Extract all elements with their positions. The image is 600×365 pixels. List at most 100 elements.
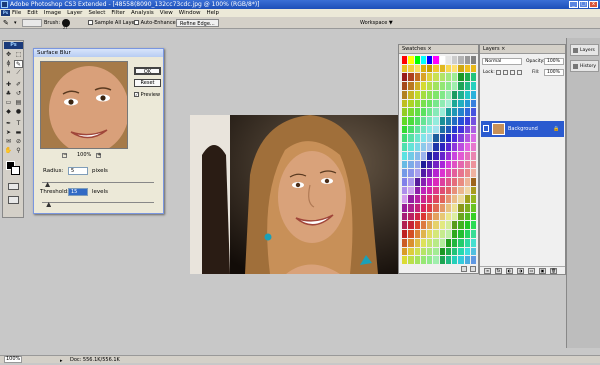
swatch[interactable] bbox=[439, 73, 445, 82]
adjustment-layer-icon[interactable]: ◑ bbox=[517, 268, 524, 274]
swatch[interactable] bbox=[452, 125, 458, 134]
swatch[interactable] bbox=[470, 195, 476, 204]
swatch[interactable] bbox=[408, 143, 414, 151]
swatch[interactable] bbox=[464, 221, 470, 230]
swatch[interactable] bbox=[452, 134, 458, 143]
swatch[interactable] bbox=[458, 73, 464, 82]
swatch[interactable] bbox=[458, 160, 464, 169]
swatch[interactable] bbox=[427, 186, 433, 195]
marquee-tool-icon[interactable]: ⬚ bbox=[14, 51, 23, 59]
swatch[interactable] bbox=[439, 195, 445, 204]
swatch[interactable] bbox=[420, 169, 426, 177]
selection-mode-group[interactable] bbox=[22, 19, 42, 27]
eyedropper-icon[interactable]: ⊘ bbox=[14, 138, 23, 146]
swatch[interactable] bbox=[408, 90, 414, 99]
swatch[interactable] bbox=[402, 116, 408, 125]
swatch[interactable] bbox=[433, 221, 439, 230]
swatch[interactable] bbox=[402, 230, 408, 238]
swatch[interactable] bbox=[402, 56, 408, 64]
swatch[interactable] bbox=[464, 134, 470, 143]
swatch[interactable] bbox=[427, 256, 433, 264]
swatch[interactable] bbox=[464, 212, 470, 221]
swatch[interactable] bbox=[458, 230, 464, 238]
swatch[interactable] bbox=[464, 256, 470, 264]
swatch[interactable] bbox=[464, 90, 470, 99]
swatch[interactable] bbox=[408, 134, 414, 143]
new-layer-icon[interactable]: ▣ bbox=[539, 268, 546, 274]
swatch[interactable] bbox=[445, 169, 451, 177]
quick-selection-tool-icon[interactable]: ✎ bbox=[14, 60, 23, 68]
swatch[interactable] bbox=[445, 64, 451, 73]
healing-brush-icon[interactable]: ✚ bbox=[4, 81, 13, 89]
swatch[interactable] bbox=[408, 238, 414, 247]
swatch[interactable] bbox=[408, 247, 414, 256]
swatch[interactable] bbox=[402, 73, 408, 82]
blur-preview-pane[interactable] bbox=[40, 61, 128, 149]
swatch[interactable] bbox=[414, 56, 420, 64]
swatch[interactable] bbox=[427, 177, 433, 186]
swatch[interactable] bbox=[470, 160, 476, 169]
hand-tool-icon[interactable]: ✋ bbox=[4, 147, 13, 155]
swatch[interactable] bbox=[470, 186, 476, 195]
swatch[interactable] bbox=[427, 90, 433, 99]
swatch[interactable] bbox=[439, 160, 445, 169]
swatch[interactable] bbox=[470, 116, 476, 125]
swatch[interactable] bbox=[414, 169, 420, 177]
new-swatch-icon[interactable] bbox=[461, 266, 467, 272]
swatch[interactable] bbox=[427, 230, 433, 238]
shape-tool-icon[interactable]: ▬ bbox=[14, 129, 23, 137]
swatch[interactable] bbox=[433, 56, 439, 64]
swatch[interactable] bbox=[439, 204, 445, 212]
swatch[interactable] bbox=[402, 212, 408, 221]
swatch[interactable] bbox=[420, 204, 426, 212]
swatch[interactable] bbox=[445, 90, 451, 99]
swatch[interactable] bbox=[439, 82, 445, 90]
swatch[interactable] bbox=[470, 204, 476, 212]
swatch[interactable] bbox=[433, 212, 439, 221]
dodge-tool-icon[interactable]: ● bbox=[14, 108, 23, 116]
auto-enhance-checkbox[interactable]: Auto-Enhance bbox=[134, 17, 176, 29]
swatch[interactable] bbox=[458, 169, 464, 177]
swatch[interactable] bbox=[420, 134, 426, 143]
swatch[interactable] bbox=[414, 230, 420, 238]
swatch[interactable] bbox=[414, 90, 420, 99]
swatch[interactable] bbox=[452, 186, 458, 195]
swatch[interactable] bbox=[420, 212, 426, 221]
swatch[interactable] bbox=[458, 143, 464, 151]
swatch[interactable] bbox=[458, 151, 464, 160]
swatch[interactable] bbox=[439, 125, 445, 134]
swatch[interactable] bbox=[452, 143, 458, 151]
zoom-out-button[interactable]: − bbox=[62, 153, 67, 158]
refine-edge-button[interactable]: Refine Edge... bbox=[176, 19, 219, 27]
swatch[interactable] bbox=[439, 169, 445, 177]
swatch[interactable] bbox=[458, 177, 464, 186]
swatch[interactable] bbox=[414, 221, 420, 230]
swatch[interactable] bbox=[458, 99, 464, 108]
swatch[interactable] bbox=[445, 82, 451, 90]
swatch[interactable] bbox=[402, 256, 408, 264]
minimize-button[interactable]: _ bbox=[569, 1, 578, 8]
swatch[interactable] bbox=[439, 134, 445, 143]
swatch[interactable] bbox=[427, 99, 433, 108]
swatch[interactable] bbox=[464, 56, 470, 64]
swatch[interactable] bbox=[408, 204, 414, 212]
zoom-in-button[interactable]: + bbox=[96, 153, 101, 158]
swatch[interactable] bbox=[470, 125, 476, 134]
menu-file[interactable]: File bbox=[12, 9, 21, 17]
swatch[interactable] bbox=[464, 116, 470, 125]
swatch[interactable] bbox=[445, 73, 451, 82]
lasso-tool-icon[interactable]: ϕ bbox=[4, 60, 13, 68]
layers-tab[interactable]: Layers × bbox=[480, 45, 565, 54]
swatch[interactable] bbox=[427, 169, 433, 177]
visibility-eye-icon[interactable] bbox=[483, 125, 489, 132]
slice-tool-icon[interactable]: ⟋ bbox=[14, 69, 23, 77]
swatch[interactable] bbox=[427, 151, 433, 160]
swatch[interactable] bbox=[433, 238, 439, 247]
swatch[interactable] bbox=[445, 99, 451, 108]
swatch[interactable] bbox=[427, 134, 433, 143]
swatch[interactable] bbox=[414, 212, 420, 221]
swatch[interactable] bbox=[452, 238, 458, 247]
menu-window[interactable]: Window bbox=[179, 9, 201, 17]
swatch[interactable] bbox=[445, 186, 451, 195]
quick-selection-tool-icon[interactable]: ✎ bbox=[3, 17, 9, 29]
